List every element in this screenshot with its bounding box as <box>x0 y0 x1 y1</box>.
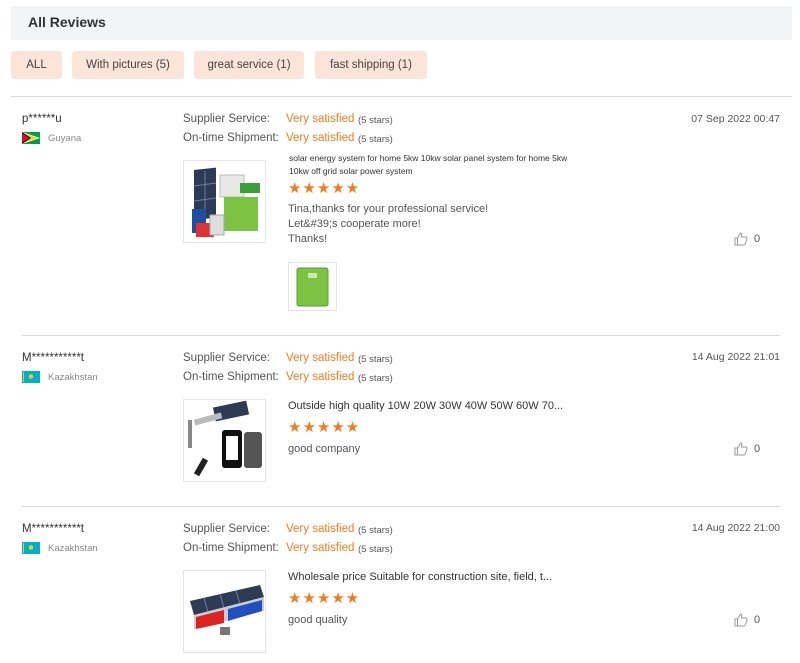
thumbs-up-icon <box>734 613 748 627</box>
ontime-shipment-value: Very satisfied <box>286 371 355 383</box>
thumbs-up-icon <box>734 232 748 246</box>
supplier-service-value: Very satisfied <box>286 113 355 125</box>
like-button[interactable]: 0 <box>734 613 760 627</box>
reviews-header: All Reviews <box>11 6 792 40</box>
product-thumbnail[interactable] <box>183 570 266 653</box>
country-name: Kazakhstan <box>48 371 98 383</box>
filter-all-button[interactable]: ALL <box>11 51 62 79</box>
like-button[interactable]: 0 <box>734 442 760 456</box>
ontime-shipment-stars: (5 stars) <box>358 134 393 145</box>
reviewer-country: Guyana <box>22 132 81 144</box>
review-comment-line: Let&#39;s cooperate more! <box>288 218 421 230</box>
guyana-flag-icon <box>22 132 40 144</box>
reviewer-country: Kazakhstan <box>22 371 98 383</box>
review-photo[interactable] <box>288 262 337 311</box>
review-date: 14 Aug 2022 21:00 <box>691 522 780 534</box>
product-title[interactable]: Outside high quality 10W 20W 30W 40W 50W… <box>288 400 563 412</box>
reviewer-name: p******u <box>22 113 62 125</box>
rating-stars: ★★★★★ <box>288 180 361 197</box>
product-title[interactable]: solar energy system for home 5kw 10kw so… <box>289 152 589 178</box>
product-thumbnail[interactable] <box>183 399 266 482</box>
kazakhstan-flag-icon <box>22 542 40 554</box>
product-thumbnail[interactable] <box>183 160 266 243</box>
supplier-service-value: Very satisfied <box>286 523 355 535</box>
like-count: 0 <box>754 443 761 455</box>
ontime-shipment-label: On-time Shipment: <box>183 542 279 554</box>
supplier-service-stars: (5 stars) <box>358 354 393 365</box>
reviewer-name: M***********t <box>22 352 85 364</box>
ontime-shipment-stars: (5 stars) <box>358 373 393 384</box>
review-comment: good quality <box>288 614 348 626</box>
review-comment-line: Thanks! <box>288 233 328 245</box>
review-date: 14 Aug 2022 21:01 <box>691 351 780 363</box>
ontime-shipment-value: Very satisfied <box>286 542 355 554</box>
ontime-shipment-label: On-time Shipment: <box>183 371 279 383</box>
kazakhstan-flag-icon <box>22 371 40 383</box>
thumbs-up-icon <box>734 442 748 456</box>
header-divider <box>11 96 792 97</box>
country-name: Kazakhstan <box>48 542 98 554</box>
supplier-service-label: Supplier Service: <box>183 113 270 125</box>
like-count: 0 <box>754 614 761 626</box>
ontime-shipment-label: On-time Shipment: <box>183 132 279 144</box>
review-comment-line: Tina,thanks for your professional servic… <box>288 203 489 215</box>
filter-fast-shipping-button[interactable]: fast shipping (1) <box>315 51 427 79</box>
supplier-service-stars: (5 stars) <box>358 115 393 126</box>
country-name: Guyana <box>48 132 82 144</box>
rating-stars: ★★★★★ <box>288 590 361 607</box>
supplier-service-stars: (5 stars) <box>358 525 393 536</box>
like-count: 0 <box>754 233 761 245</box>
like-button[interactable]: 0 <box>734 232 760 246</box>
supplier-service-value: Very satisfied <box>286 352 355 364</box>
rating-stars: ★★★★★ <box>288 419 361 436</box>
filter-with-pictures-button[interactable]: With pictures (5) <box>72 51 184 79</box>
ontime-shipment-value: Very satisfied <box>286 132 355 144</box>
reviewer-country: Kazakhstan <box>22 542 98 554</box>
reviewer-name: M***********t <box>22 523 85 535</box>
product-title[interactable]: Wholesale price Suitable for constructio… <box>288 571 552 583</box>
review-divider <box>22 335 780 336</box>
supplier-service-label: Supplier Service: <box>183 523 270 535</box>
review-comment: good company <box>288 443 361 455</box>
filter-great-service-button[interactable]: great service (1) <box>194 51 304 79</box>
page-title: All Reviews <box>28 14 106 30</box>
review-divider <box>22 506 780 507</box>
review-date: 07 Sep 2022 00:47 <box>691 113 780 125</box>
supplier-service-label: Supplier Service: <box>183 352 270 364</box>
ontime-shipment-stars: (5 stars) <box>358 544 393 555</box>
